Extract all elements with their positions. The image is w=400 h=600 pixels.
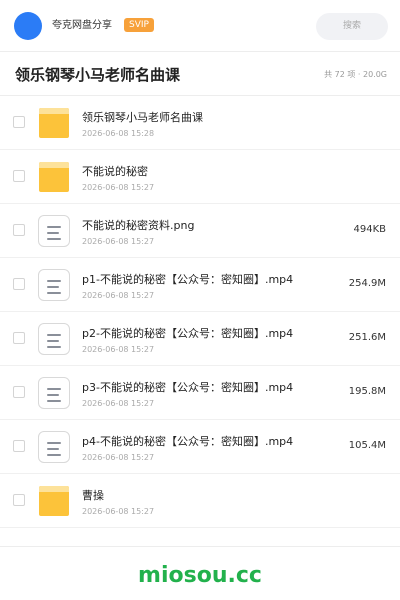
page-title: 领乐钢琴小马老师名曲课	[15, 66, 181, 84]
list-item[interactable]: p1-不能说的秘密【公众号：密知圈】.mp4 2026-06-08 15:27 25…	[0, 258, 400, 312]
username: 夸克网盘分享	[52, 20, 112, 31]
file-name: p1-不能说的秘密【公众号：密知圈】.mp4	[82, 273, 294, 286]
file-icon	[38, 431, 70, 463]
file-name: 不能说的秘密资料.png	[82, 219, 195, 232]
file-name: p2-不能说的秘密【公众号：密知圈】.mp4	[82, 327, 294, 340]
avatar[interactable]	[14, 12, 42, 40]
file-icon	[38, 215, 70, 247]
file-name: 领乐钢琴小马老师名曲课	[82, 111, 203, 124]
top-bar: 夸克网盘分享 SVIP 搜索	[0, 0, 400, 52]
folder-icon	[39, 486, 69, 516]
file-name: p4-不能说的秘密【公众号：密知圈】.mp4	[82, 435, 294, 448]
list-item[interactable]: 曹操 2026-06-08 15:27	[0, 474, 400, 528]
list-item[interactable]: 不能说的秘密 2026-06-08 15:27	[0, 150, 400, 204]
list-item[interactable]: 不能说的秘密资料.png 2026-06-08 15:27 494KB	[0, 204, 400, 258]
footer: miosou.cc	[0, 546, 400, 600]
file-icon	[38, 323, 70, 355]
select-checkbox[interactable]	[13, 116, 25, 128]
watermark: miosou.cc	[138, 563, 262, 588]
file-name: p3-不能说的秘密【公众号：密知圈】.mp4	[82, 381, 294, 394]
select-checkbox[interactable]	[13, 170, 25, 182]
file-name: 曹操	[82, 489, 104, 502]
select-checkbox[interactable]	[13, 386, 25, 398]
file-icon	[38, 377, 70, 409]
list-item[interactable]: p2-不能说的秘密【公众号：密知圈】.mp4 2026-06-08 15:27 25…	[0, 312, 400, 366]
file-size: 195.8M	[348, 386, 386, 397]
file-date: 2026-06-08 15:27	[82, 237, 155, 246]
share-summary: 共 72 项 · 20.0G	[324, 70, 387, 79]
file-date: 2026-06-08 15:27	[82, 453, 155, 462]
file-size: 105.4M	[348, 440, 386, 451]
select-checkbox[interactable]	[13, 332, 25, 344]
file-date: 2026-06-08 15:27	[82, 183, 155, 192]
file-size: 254.9M	[348, 278, 386, 289]
select-checkbox[interactable]	[13, 224, 25, 236]
file-date: 2026-06-08 15:27	[82, 507, 155, 516]
file-date: 2026-06-08 15:28	[82, 129, 155, 138]
list-item[interactable]: 领乐钢琴小马老师名曲课 2026-06-08 15:28	[0, 96, 400, 150]
file-name: 不能说的秘密	[82, 165, 148, 178]
select-checkbox[interactable]	[13, 440, 25, 452]
list-item[interactable]: p4-不能说的秘密【公众号：密知圈】.mp4 2026-06-08 15:27 10…	[0, 420, 400, 474]
search-button[interactable]: 搜索	[316, 13, 388, 40]
file-list: 领乐钢琴小马老师名曲课 2026-06-08 15:28 不能说的秘密 2026-06…	[0, 96, 400, 528]
file-size: 494KB	[353, 224, 386, 235]
file-date: 2026-06-08 15:27	[82, 345, 155, 354]
file-size: 251.6M	[348, 332, 386, 343]
list-item[interactable]: p3-不能说的秘密【公众号：密知圈】.mp4 2026-06-08 15:27 19…	[0, 366, 400, 420]
folder-icon	[39, 162, 69, 192]
file-icon	[38, 269, 70, 301]
svip-badge: SVIP	[124, 18, 154, 32]
file-date: 2026-06-08 15:27	[82, 291, 155, 300]
share-header: 领乐钢琴小马老师名曲课 共 72 项 · 20.0G	[0, 53, 400, 96]
folder-icon	[39, 108, 69, 138]
select-checkbox[interactable]	[13, 278, 25, 290]
select-checkbox[interactable]	[13, 494, 25, 506]
file-date: 2026-06-08 15:27	[82, 399, 155, 408]
